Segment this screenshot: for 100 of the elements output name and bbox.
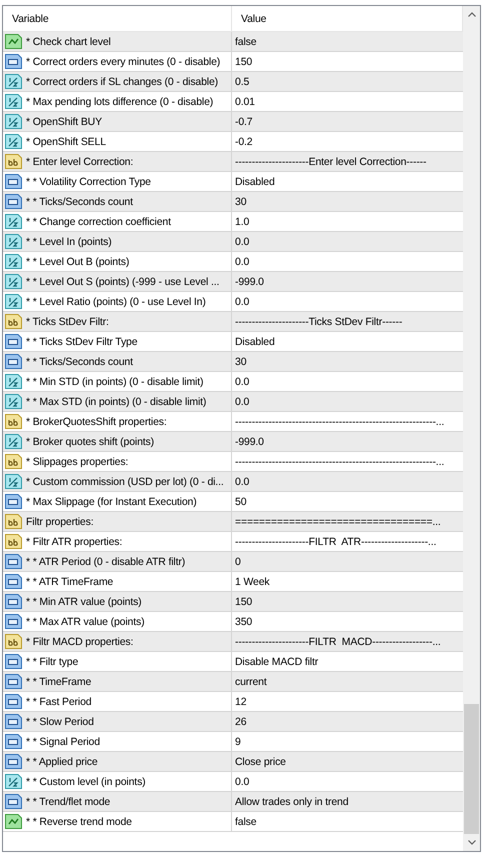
value-cell[interactable]: -0.7: [235, 116, 252, 128]
number-tag-icon: [5, 554, 22, 569]
number-tag-icon: [5, 334, 22, 349]
fraction-tag-icon: [5, 474, 22, 489]
fraction-tag-icon: [5, 94, 22, 109]
variable-name: * * Level Ratio (points) (0 - use Level In): [26, 296, 206, 308]
value-cell[interactable]: 1.0: [235, 216, 250, 228]
variable-name: * * Custom level (in points): [26, 776, 146, 788]
variable-name: * * Slow Period: [26, 716, 94, 728]
value-cell[interactable]: ------------------------------------------------------------...: [235, 416, 444, 428]
variable-name: * * Applied price: [26, 756, 98, 768]
variable-name: * Ticks StDev Filtr:: [26, 316, 109, 328]
fraction-tag-icon: [5, 434, 22, 449]
value-cell[interactable]: 30: [235, 196, 246, 208]
value-cell[interactable]: =================================...: [235, 516, 441, 528]
variable-name: * * Min STD (in points) (0 - disable limit): [26, 376, 204, 388]
fraction-tag-icon: [5, 374, 22, 389]
variable-name: * * Ticks StDev Filtr Type: [26, 336, 138, 348]
number-tag-icon: [5, 54, 22, 69]
value-cell[interactable]: 0.01: [235, 96, 255, 108]
variable-name: * * Max ATR value (points): [26, 616, 144, 628]
number-tag-icon: [5, 734, 22, 749]
text-tag-icon: [5, 414, 22, 429]
number-tag-icon: [5, 174, 22, 189]
column-header[interactable]: Variable: [12, 12, 49, 24]
number-tag-icon: [5, 754, 22, 769]
value-cell[interactable]: ----------------------FILTR ATR--------------------...: [235, 536, 436, 548]
value-cell[interactable]: ----------------------Enter level Correction------: [235, 156, 426, 168]
variable-name: * * Ticks/Seconds count: [26, 196, 133, 208]
up-chevron-icon[interactable]: [468, 12, 476, 17]
value-cell[interactable]: ----------------------Ticks StDev Filtr------: [235, 316, 402, 328]
value-cell[interactable]: -999.0: [235, 276, 264, 288]
variable-name: * * ATR TimeFrame: [26, 576, 114, 588]
fraction-tag-icon: [5, 774, 22, 789]
down-chevron-icon[interactable]: [468, 840, 476, 845]
number-tag-icon: [5, 354, 22, 369]
value-cell[interactable]: Allow trades only in trend: [235, 796, 348, 808]
value-cell[interactable]: ------------------------------------------------------------...: [235, 456, 444, 468]
value-cell[interactable]: 0.0: [235, 256, 250, 268]
value-cell[interactable]: current: [235, 676, 267, 688]
number-tag-icon: [5, 494, 22, 509]
value-cell[interactable]: 9: [235, 736, 241, 748]
value-cell[interactable]: 0: [235, 556, 241, 568]
value-cell[interactable]: 0.0: [235, 296, 250, 308]
variable-name: * * Level Out B (points): [26, 256, 130, 268]
variable-name: * Slippages properties:: [26, 456, 128, 468]
value-cell[interactable]: 30: [235, 356, 246, 368]
value-cell[interactable]: 0.0: [235, 476, 250, 488]
value-cell[interactable]: Disabled: [235, 336, 275, 348]
variable-name: * * Level In (points): [26, 236, 112, 248]
variable-name: * Correct orders if SL changes (0 - disable): [26, 76, 218, 88]
value-cell[interactable]: -0.2: [235, 136, 252, 148]
variable-name: * Max Slippage (for Instant Execution): [26, 496, 197, 508]
variable-name: * * Signal Period: [26, 736, 100, 748]
value-cell[interactable]: 0.0: [235, 396, 250, 408]
number-tag-icon: [5, 654, 22, 669]
value-cell[interactable]: Disable MACD filtr: [235, 656, 318, 668]
variable-name: * Correct orders every minutes (0 - disable): [26, 56, 220, 68]
value-cell[interactable]: 150: [235, 56, 252, 68]
value-cell[interactable]: 50: [235, 496, 246, 508]
value-cell[interactable]: Disabled: [235, 176, 275, 188]
variable-name: * * TimeFrame: [26, 676, 92, 688]
scrollbar-thumb[interactable]: [464, 704, 479, 834]
column-header[interactable]: Value: [241, 12, 266, 24]
value-cell[interactable]: -999.0: [235, 436, 264, 448]
text-tag-icon: [5, 454, 22, 469]
value-cell[interactable]: 0.0: [235, 236, 250, 248]
variable-name: * Max pending lots difference (0 - disable): [26, 96, 214, 108]
number-tag-icon: [5, 594, 22, 609]
text-tag-icon: [5, 534, 22, 549]
value-cell[interactable]: 150: [235, 596, 252, 608]
value-cell[interactable]: Close price: [235, 756, 286, 768]
variable-name: * * Ticks/Seconds count: [26, 356, 133, 368]
value-cell[interactable]: false: [235, 816, 256, 828]
number-tag-icon: [5, 574, 22, 589]
value-cell[interactable]: 0.5: [235, 76, 250, 88]
variable-name: * Check chart level: [26, 36, 111, 48]
number-tag-icon: [5, 794, 22, 809]
value-cell[interactable]: 12: [235, 696, 246, 708]
value-cell[interactable]: 1 Week: [235, 576, 270, 588]
value-cell[interactable]: 26: [235, 716, 246, 728]
variable-name: * Filtr ATR properties:: [26, 536, 122, 548]
value-cell[interactable]: 0.0: [235, 776, 250, 788]
fraction-tag-icon: [5, 254, 22, 269]
variable-name: Filtr properties:: [26, 516, 94, 528]
number-tag-icon: [5, 194, 22, 209]
value-cell[interactable]: ----------------------FILTR MACD------------------...: [235, 636, 441, 648]
fraction-tag-icon: [5, 74, 22, 89]
text-tag-icon: [5, 314, 22, 329]
chart-tag-icon: [5, 814, 22, 829]
variable-name: * * Volatility Correction Type: [26, 176, 151, 188]
value-cell[interactable]: 0.0: [235, 376, 250, 388]
scrollbar[interactable]: [463, 6, 480, 851]
value-cell[interactable]: 350: [235, 616, 252, 628]
text-tag-icon: [5, 634, 22, 649]
variable-name: * * Min ATR value (points): [26, 596, 142, 608]
number-tag-icon: [5, 674, 22, 689]
variable-name: * OpenShift BUY: [26, 116, 102, 128]
variable-name: * * Trend/flet mode: [26, 796, 110, 808]
value-cell[interactable]: false: [235, 36, 256, 48]
